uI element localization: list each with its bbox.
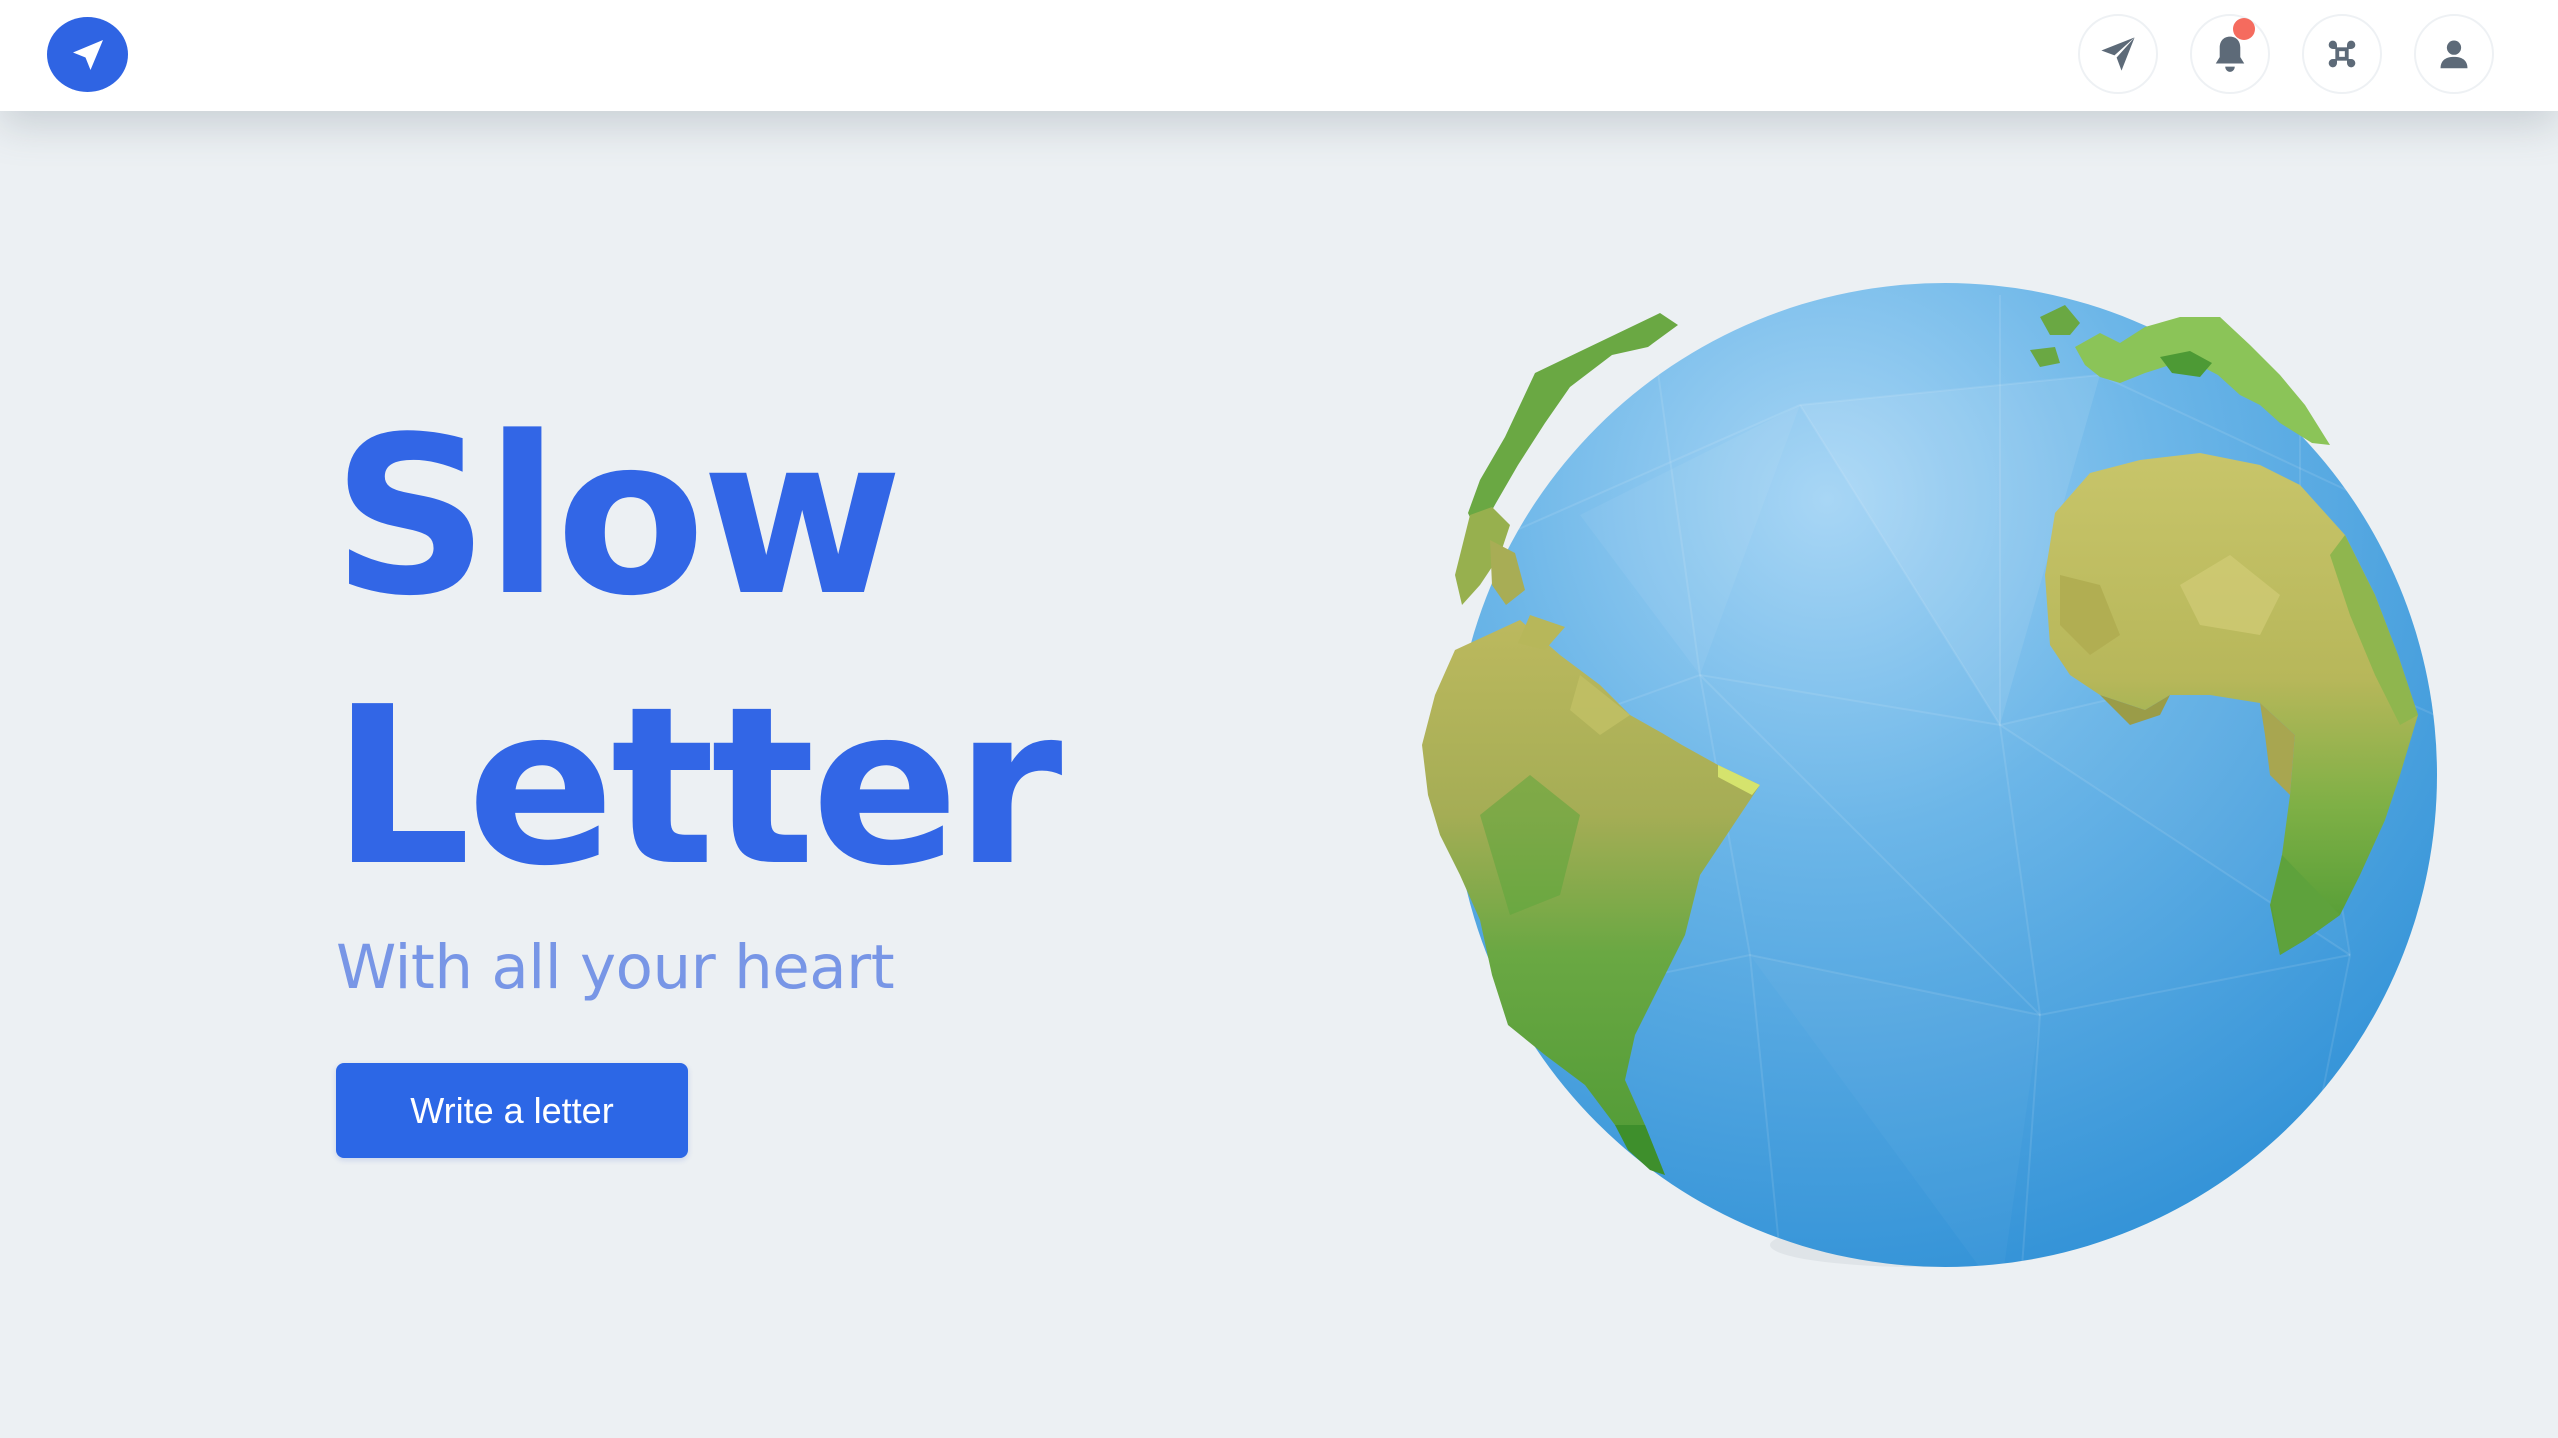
notification-badge (2233, 18, 2255, 40)
user-icon (2440, 40, 2468, 69)
notifications-button[interactable] (2190, 14, 2270, 94)
hero-title: Slow Letter (332, 383, 1063, 923)
command-icon (2328, 40, 2356, 68)
top-navigation-bar (0, 0, 2558, 111)
hero-title-line-1: Slow (332, 391, 903, 644)
paper-plane-icon (72, 39, 103, 70)
app-logo[interactable] (47, 17, 128, 92)
write-letter-button[interactable]: Write a letter (336, 1063, 688, 1158)
hero-title-line-2: Letter (332, 661, 1063, 914)
profile-button[interactable] (2414, 14, 2494, 94)
send-letter-button[interactable] (2078, 14, 2158, 94)
paper-plane-icon (2101, 37, 2135, 71)
hero-subtitle: With all your heart (336, 932, 895, 1003)
command-button[interactable] (2302, 14, 2382, 94)
globe-illustration (1422, 283, 2437, 1267)
